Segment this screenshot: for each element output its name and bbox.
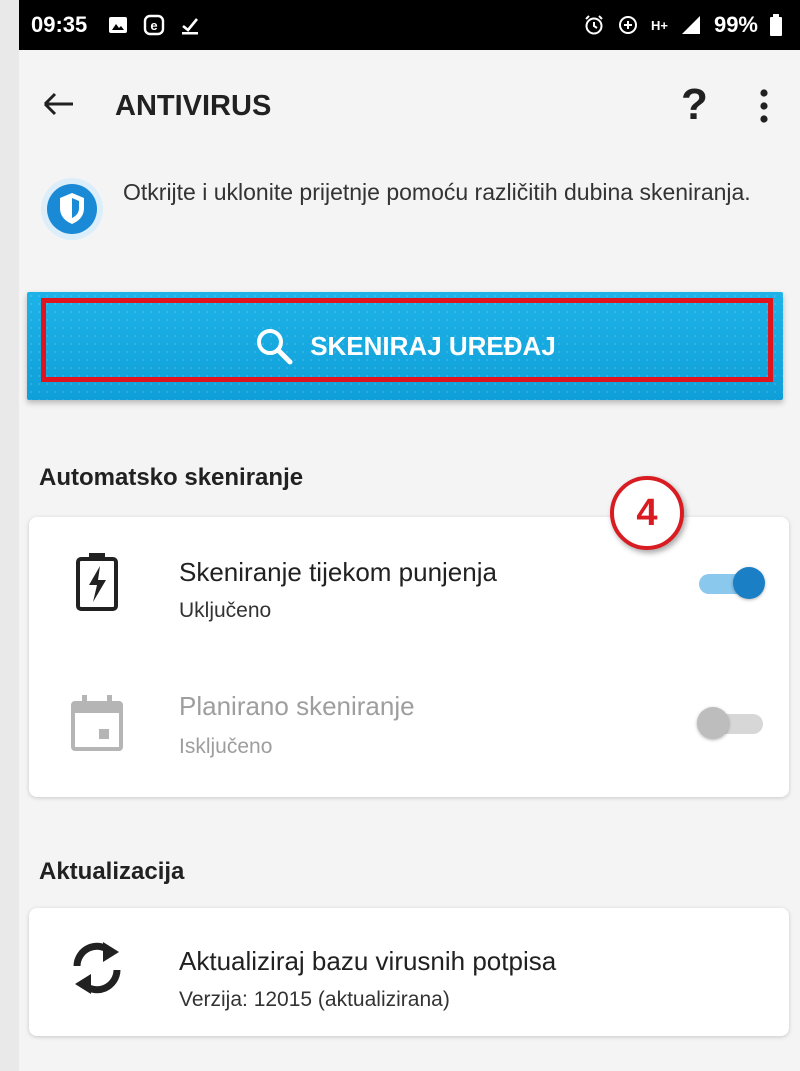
- update-section-title: Aktualizacija: [39, 858, 185, 885]
- scheduled-scan-toggle[interactable]: [697, 705, 767, 741]
- scan-device-button[interactable]: SKENIRAJ UREĐAJ: [27, 292, 783, 400]
- battery-percentage: 99%: [713, 12, 758, 37]
- update-card[interactable]: Aktualiziraj bazu virusnih potpisa Verzi…: [29, 908, 789, 1036]
- back-arrow-icon[interactable]: [39, 84, 79, 124]
- battery-charging-icon: [76, 553, 118, 611]
- app-bar: ANTIVIRUS ?: [19, 50, 800, 160]
- phone-screen: 09:35 e H+ 99% ANTIVIRUS ? Otkrijte i uk…: [19, 0, 800, 1071]
- image-icon: [109, 17, 128, 33]
- notification-icons: e: [107, 14, 201, 36]
- toggle-thumb: [733, 567, 765, 599]
- battery-icon: [770, 14, 782, 36]
- row-title: Skeniranje tijekom punjenja: [179, 557, 497, 587]
- status-time: 09:35: [31, 12, 88, 37]
- page-title: ANTIVIRUS: [115, 90, 272, 122]
- auto-scan-card: Skeniranje tijekom punjenja Uključeno Pl…: [29, 517, 789, 797]
- step-number-badge: 4: [610, 476, 684, 550]
- status-bar: 09:35 e H+ 99%: [19, 0, 800, 50]
- update-version: Verzija: 12015 (aktualizirana): [179, 988, 450, 1011]
- signal-icon: [681, 16, 700, 34]
- row-status: Uključeno: [179, 599, 272, 622]
- calendar-icon: [71, 695, 123, 751]
- charging-scan-toggle[interactable]: [697, 565, 767, 601]
- row-status: Isključeno: [179, 735, 273, 758]
- auto-scan-section-title: Automatsko skeniranje: [39, 464, 304, 491]
- intro-description: Otkrijte i uklonite prijetnje pomoću raz…: [123, 179, 751, 205]
- update-title: Aktualiziraj bazu virusnih potpisa: [179, 946, 557, 976]
- row-title: Planirano skeniranje: [179, 691, 415, 721]
- e-app-icon: e: [144, 14, 165, 36]
- shield-icon: [41, 178, 103, 240]
- alarm-icon: [585, 15, 603, 35]
- toggle-thumb: [697, 707, 729, 739]
- more-options-icon[interactable]: [757, 88, 771, 124]
- data-saver-icon: [618, 16, 637, 34]
- search-icon: [257, 329, 293, 365]
- sync-icon: [73, 942, 121, 994]
- scan-button-content: SKENIRAJ UREĐAJ: [27, 292, 783, 400]
- help-button[interactable]: ?: [681, 80, 708, 130]
- network-type-label: H+: [650, 17, 668, 33]
- svg-text:e: e: [151, 18, 158, 33]
- scan-button-label: SKENIRAJ UREĐAJ: [310, 330, 556, 361]
- system-icons: H+ 99%: [583, 12, 782, 38]
- download-done-icon: [182, 18, 199, 35]
